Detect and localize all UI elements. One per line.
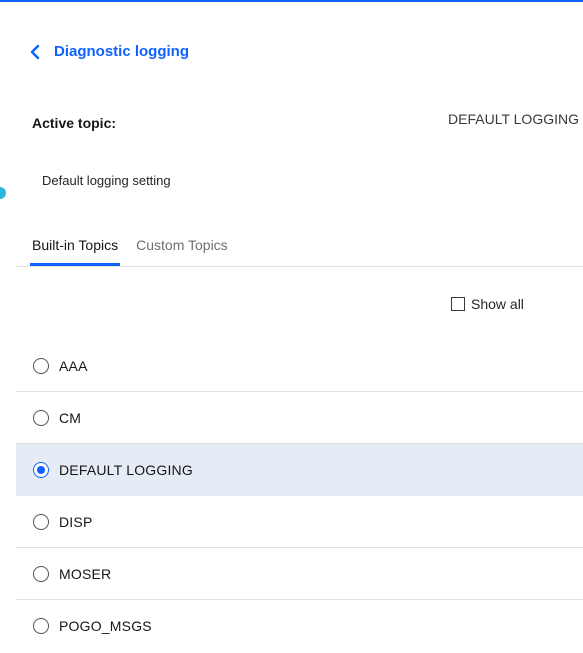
topic-list: AAA CM DEFAULT LOGGING DISP MOSER POGO_M… bbox=[16, 340, 583, 652]
default-logging-setting-text: Default logging setting bbox=[42, 173, 171, 188]
topic-label: POGO_MSGS bbox=[59, 618, 152, 634]
topic-label: CM bbox=[59, 409, 82, 426]
back-link[interactable]: Diagnostic logging bbox=[30, 43, 189, 60]
topic-row-default-logging[interactable]: DEFAULT LOGGING bbox=[16, 444, 583, 496]
topic-label: DEFAULT LOGGING bbox=[59, 461, 193, 478]
topic-label: AAA bbox=[59, 357, 88, 374]
active-topic-value: DEFAULT LOGGING bbox=[448, 111, 579, 127]
diagnostic-logging-panel: Diagnostic logging Active topic: DEFAULT… bbox=[0, 0, 583, 653]
show-all-checkbox[interactable] bbox=[451, 297, 465, 311]
radio-button[interactable] bbox=[33, 513, 49, 530]
topic-row-pogo-msgs[interactable]: POGO_MSGS bbox=[16, 600, 583, 652]
active-topic-label: Active topic: bbox=[32, 115, 117, 131]
radio-button[interactable] bbox=[33, 618, 49, 634]
topic-label: DISP bbox=[59, 513, 93, 530]
topic-tabs: Built-in Topics Custom Topics bbox=[30, 237, 246, 266]
radio-button[interactable] bbox=[33, 461, 49, 478]
show-all-toggle[interactable]: Show all bbox=[451, 296, 524, 312]
tabs-divider bbox=[16, 266, 583, 267]
topic-row-cm[interactable]: CM bbox=[16, 392, 583, 444]
tab-custom-topics[interactable]: Custom Topics bbox=[136, 237, 230, 266]
status-dot-icon bbox=[0, 187, 6, 199]
radio-button[interactable] bbox=[33, 409, 49, 426]
tab-built-in-topics[interactable]: Built-in Topics bbox=[30, 237, 121, 266]
topic-label: MOSER bbox=[59, 565, 112, 582]
show-all-label: Show all bbox=[471, 296, 524, 312]
radio-button[interactable] bbox=[33, 565, 49, 582]
radio-button[interactable] bbox=[33, 357, 49, 374]
top-accent-rule bbox=[0, 0, 583, 2]
topic-row-aaa[interactable]: AAA bbox=[16, 340, 583, 392]
topic-row-disp[interactable]: DISP bbox=[16, 496, 583, 548]
topic-row-moser[interactable]: MOSER bbox=[16, 548, 583, 600]
chevron-left-icon bbox=[30, 44, 40, 60]
back-link-label: Diagnostic logging bbox=[54, 43, 189, 60]
